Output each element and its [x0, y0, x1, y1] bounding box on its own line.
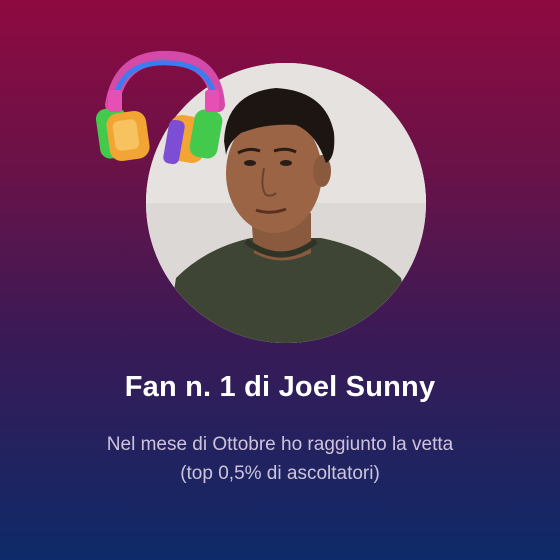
subtitle-line-1: Nel mese di Ottobre ho raggiunto la vett… [106, 434, 454, 455]
subtitle-line-2: (top 0,5% di ascoltatori) [180, 463, 380, 484]
fan-title: Fan n. 1 di Joel Sunny [124, 371, 436, 403]
fan-subtitle: Nel mese di Ottobre ho raggiunto la vett… [0, 430, 560, 488]
headphones-icon [90, 50, 240, 190]
fan-card: Fan n. 1 di Joel Sunny Nel mese di Ottob… [0, 0, 560, 560]
